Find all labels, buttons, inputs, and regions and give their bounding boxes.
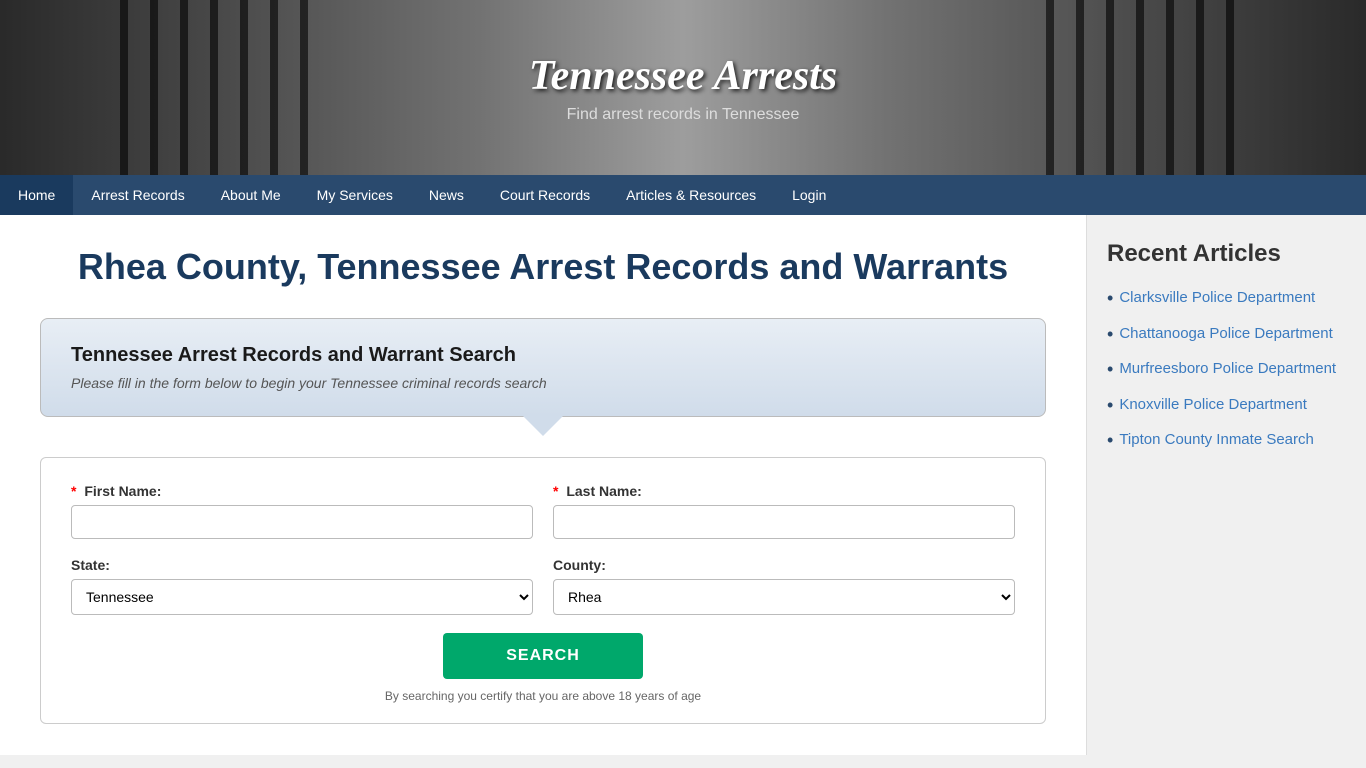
page-body: Rhea County, Tennessee Arrest Records an… [0, 215, 1366, 755]
bullet-icon: • [1107, 430, 1113, 452]
form-row-name: * First Name: * Last Name: [71, 483, 1015, 539]
form-group-last-name: * Last Name: [553, 483, 1015, 539]
sidebar-link-chattanooga[interactable]: Chattanooga Police Department [1119, 324, 1332, 344]
last-name-input[interactable] [553, 505, 1015, 539]
main-content: Rhea County, Tennessee Arrest Records an… [0, 215, 1086, 755]
site-header: Tennessee Arrests Find arrest records in… [0, 0, 1366, 175]
nav-item-login[interactable]: Login [774, 175, 844, 215]
nav-item-court-records[interactable]: Court Records [482, 175, 608, 215]
required-star-first: * [71, 483, 76, 499]
nav-item-articles[interactable]: Articles & Resources [608, 175, 774, 215]
sidebar-heading: Recent Articles [1107, 240, 1346, 268]
required-star-last: * [553, 483, 558, 499]
sidebar-link-clarksville[interactable]: Clarksville Police Department [1119, 288, 1315, 308]
first-name-label: * First Name: [71, 483, 533, 499]
search-box-title: Tennessee Arrest Records and Warrant Sea… [71, 344, 1015, 367]
header-text: Tennessee Arrests Find arrest records in… [529, 52, 837, 124]
sidebar-link-tipton[interactable]: Tipton County Inmate Search [1119, 430, 1314, 450]
bullet-icon: • [1107, 359, 1113, 381]
bullet-icon: • [1107, 395, 1113, 417]
main-nav: Home Arrest Records About Me My Services… [0, 175, 1366, 215]
form-group-county: County: Rhea [553, 557, 1015, 615]
form-disclaimer: By searching you certify that you are ab… [71, 689, 1015, 703]
search-box-header: Tennessee Arrest Records and Warrant Sea… [40, 318, 1046, 417]
nav-item-news[interactable]: News [411, 175, 482, 215]
search-form: * First Name: * Last Name: State: [40, 457, 1046, 724]
state-select[interactable]: Tennessee [71, 579, 533, 615]
list-item: • Murfreesboro Police Department [1107, 359, 1346, 381]
search-button[interactable]: SEARCH [443, 633, 643, 679]
county-select[interactable]: Rhea [553, 579, 1015, 615]
form-row-location: State: Tennessee County: Rhea [71, 557, 1015, 615]
search-arrow [523, 416, 563, 436]
nav-item-home[interactable]: Home [0, 175, 73, 215]
state-label: State: [71, 557, 533, 573]
header-bars-left [120, 0, 320, 175]
bullet-icon: • [1107, 324, 1113, 346]
site-title: Tennessee Arrests [529, 52, 837, 100]
nav-item-arrest-records[interactable]: Arrest Records [73, 175, 202, 215]
list-item: • Chattanooga Police Department [1107, 324, 1346, 346]
list-item: • Knoxville Police Department [1107, 395, 1346, 417]
form-group-first-name: * First Name: [71, 483, 533, 539]
sidebar-link-murfreesboro[interactable]: Murfreesboro Police Department [1119, 359, 1336, 379]
list-item: • Clarksville Police Department [1107, 288, 1346, 310]
bullet-icon: • [1107, 288, 1113, 310]
search-box-subtitle: Please fill in the form below to begin y… [71, 375, 1015, 391]
nav-item-my-services[interactable]: My Services [299, 175, 411, 215]
nav-item-about-me[interactable]: About Me [203, 175, 299, 215]
form-group-state: State: Tennessee [71, 557, 533, 615]
list-item: • Tipton County Inmate Search [1107, 430, 1346, 452]
sidebar-articles-list: • Clarksville Police Department • Chatta… [1107, 288, 1346, 452]
last-name-label: * Last Name: [553, 483, 1015, 499]
sidebar: Recent Articles • Clarksville Police Dep… [1086, 215, 1366, 755]
site-subtitle: Find arrest records in Tennessee [529, 106, 837, 124]
sidebar-link-knoxville[interactable]: Knoxville Police Department [1119, 395, 1307, 415]
county-label: County: [553, 557, 1015, 573]
first-name-input[interactable] [71, 505, 533, 539]
header-bars-right [1046, 0, 1246, 175]
page-heading: Rhea County, Tennessee Arrest Records an… [40, 245, 1046, 288]
